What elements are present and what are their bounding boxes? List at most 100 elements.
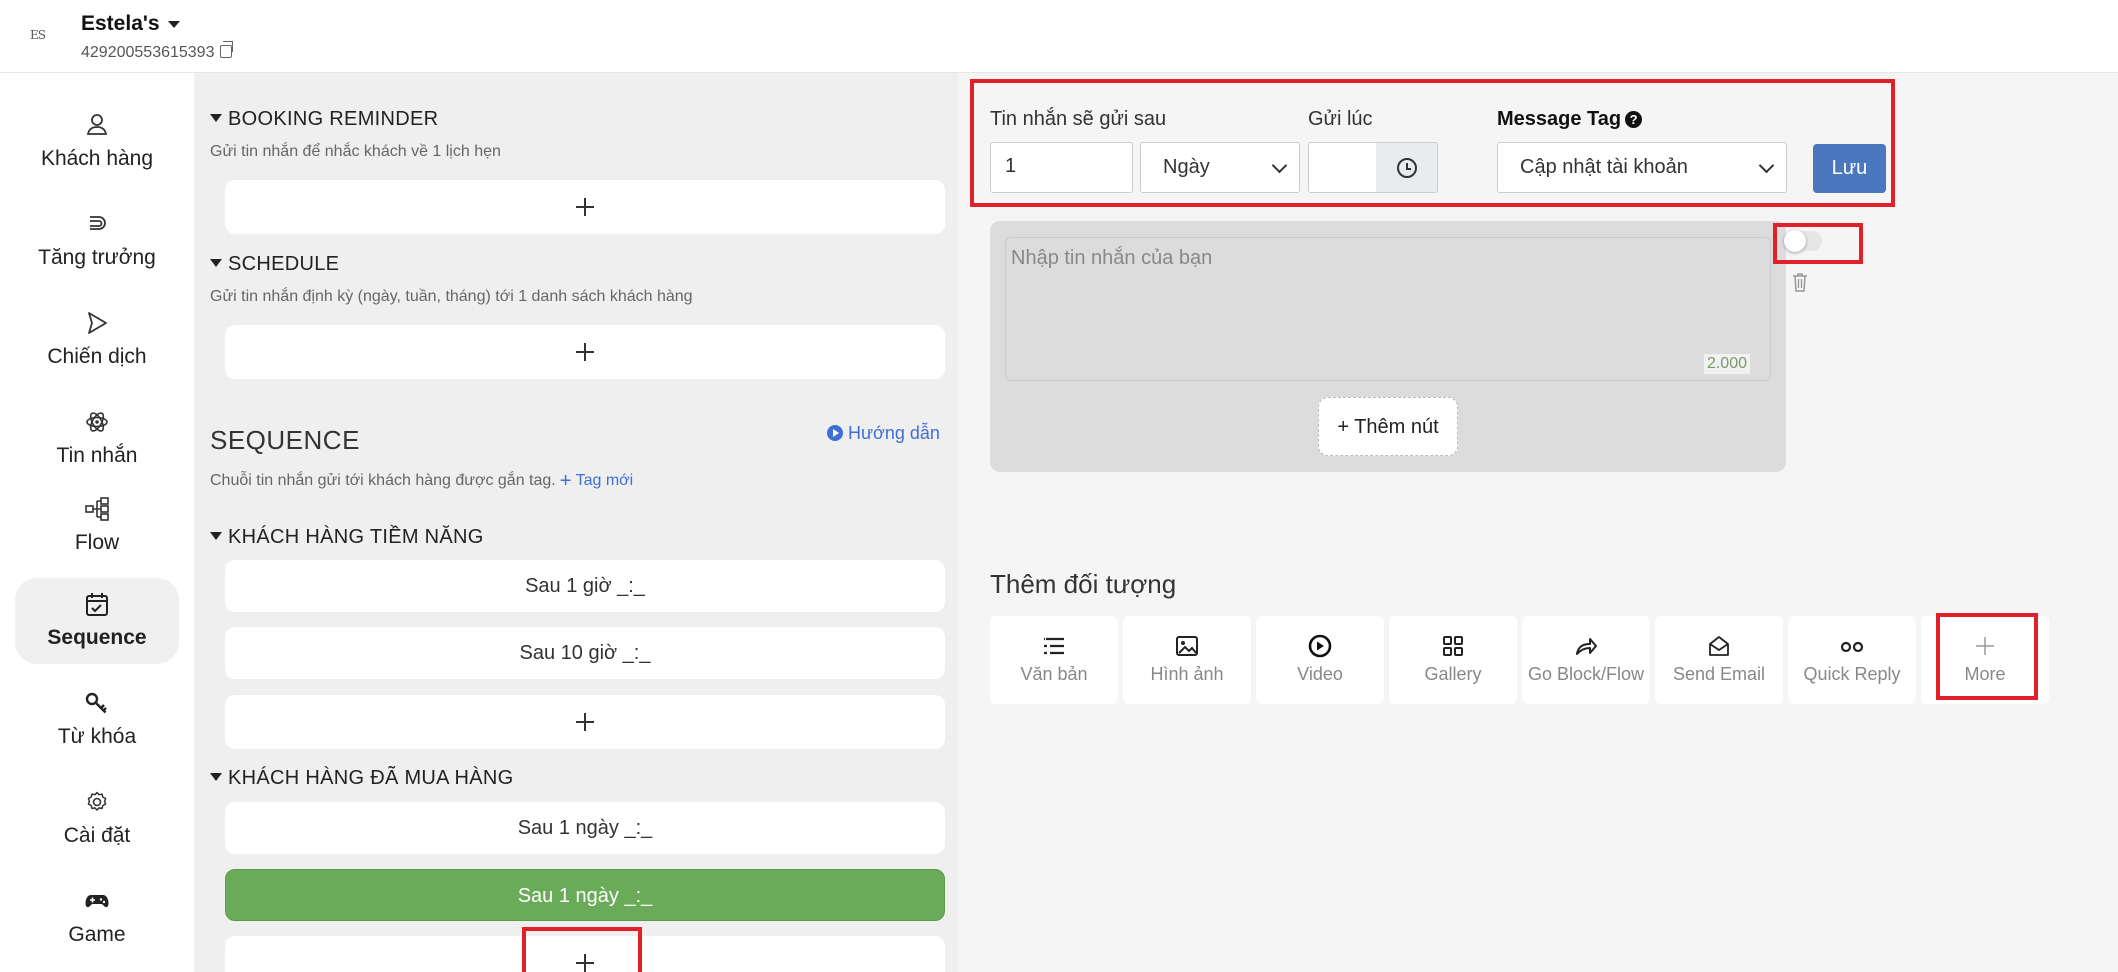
sidebar-item-tin-nhan[interactable]: Tin nhắn: [15, 396, 179, 482]
sidebar-item-sequence[interactable]: Sequence: [15, 578, 179, 664]
message-textarea[interactable]: Nhập tin nhắn của bạn 2.000: [1005, 237, 1771, 381]
sequence-step-row-selected[interactable]: Sau 1 ngày _:_: [225, 869, 945, 921]
object-label: Gallery: [1424, 664, 1482, 684]
highlight-box: [1936, 613, 2038, 700]
group-header-khach-hang-tiem-nang[interactable]: KHÁCH HÀNG TIỀM NĂNG: [210, 526, 484, 549]
play-circle-icon: [1308, 634, 1332, 658]
group-title: KHÁCH HÀNG ĐÃ MUA HÀNG: [228, 767, 514, 789]
plus-icon: [576, 343, 594, 361]
dots-icon: [1840, 641, 1864, 653]
plus-icon: [576, 198, 594, 216]
sidebar-item-label: Cài đặt: [63, 824, 131, 847]
sidebar-item-flow[interactable]: Flow: [15, 483, 179, 569]
sidebar-item-game[interactable]: Game: [15, 875, 179, 961]
grid-icon: [1443, 636, 1463, 656]
object-label: Quick Reply: [1803, 664, 1901, 684]
page-selector[interactable]: Estela's: [81, 12, 180, 36]
object-label: Go Block/Flow: [1527, 664, 1645, 684]
caret-down-icon: [167, 20, 180, 28]
add-schedule-button[interactable]: [225, 325, 945, 379]
sidebar-item-label: Từ khóa: [57, 725, 137, 748]
trash-icon[interactable]: [1792, 272, 1808, 292]
add-booking-reminder-button[interactable]: [225, 180, 945, 234]
group-header-khach-hang-da-mua-hang[interactable]: KHÁCH HÀNG ĐÃ MUA HÀNG: [210, 767, 514, 790]
schedule-desc: Gửi tin nhắn định kỳ (ngày, tuần, tháng)…: [210, 288, 693, 305]
envelope-open-icon: [1709, 636, 1729, 656]
sequence-step-row[interactable]: Sau 10 giờ _:_: [225, 627, 945, 679]
send-icon: [88, 312, 107, 334]
add-quick-reply-button[interactable]: Quick Reply: [1788, 616, 1916, 704]
sequence-list-panel: BOOKING REMINDER Gửi tin nhắn để nhắc kh…: [194, 73, 958, 972]
booking-reminder-desc: Gửi tin nhắn để nhắc khách về 1 lịch hẹn: [210, 143, 501, 160]
sidebar-item-label: Sequence: [47, 626, 147, 649]
sidebar-item-tang-truong[interactable]: Tăng trưởng: [15, 198, 179, 284]
caret-down-icon: [210, 532, 222, 540]
sidebar-item-chien-dich[interactable]: Chiến dịch: [15, 297, 179, 383]
page-logo: ES: [30, 28, 46, 42]
key-icon: [85, 692, 107, 714]
sidebar-item-label: Flow: [74, 531, 120, 554]
object-label: Hình ảnh: [1150, 664, 1224, 684]
object-label: Video: [1297, 664, 1343, 684]
plus-icon: +: [559, 470, 572, 492]
sequence-desc-text: Chuỗi tin nhắn gửi tới khách hàng được g…: [210, 472, 556, 489]
sequence-step-row[interactable]: Sau 1 giờ _:_: [225, 560, 945, 612]
sidebar-item-label: Tăng trưởng: [38, 246, 156, 269]
atom-icon: [86, 412, 108, 432]
add-object-title: Thêm đối tượng: [990, 569, 1177, 599]
add-go-block-flow-button[interactable]: Go Block/Flow: [1522, 616, 1650, 704]
plus-icon: [576, 713, 594, 731]
page-name: Estela's: [81, 12, 160, 35]
new-tag-link[interactable]: + Tag mới: [559, 470, 633, 492]
user-icon: [86, 114, 108, 135]
caret-down-icon: [210, 114, 222, 122]
caret-down-icon: [210, 773, 222, 781]
sequence-desc: Chuỗi tin nhắn gửi tới khách hàng được g…: [210, 470, 633, 493]
add-button-button[interactable]: + Thêm nút: [1318, 397, 1458, 456]
object-label: Send Email: [1672, 664, 1766, 684]
sidebar-item-label: Chiến dịch: [47, 345, 147, 368]
booking-reminder-header[interactable]: BOOKING REMINDER: [210, 108, 438, 131]
flow-icon: [85, 497, 109, 521]
caret-down-icon: [210, 259, 222, 267]
sidebar-item-label: Game: [68, 923, 126, 946]
highlight-box: [1773, 223, 1863, 264]
add-text-button[interactable]: Văn bản: [990, 616, 1118, 704]
highlight-box: [970, 79, 1895, 207]
text-list-icon: [1044, 637, 1064, 655]
add-gallery-button[interactable]: Gallery: [1389, 616, 1517, 704]
sidebar-item-cai-dat[interactable]: Cài đặt: [15, 776, 179, 862]
section-title: SCHEDULE: [228, 253, 340, 275]
add-video-button[interactable]: Video: [1256, 616, 1384, 704]
gear-icon: [87, 791, 107, 811]
guide-label: Hướng dẫn: [848, 423, 940, 443]
message-editor-panel: Tin nhắn sẽ gửi sau 1 Ngày Gửi lúc Messa…: [958, 73, 2118, 972]
schedule-header[interactable]: SCHEDULE: [210, 253, 339, 276]
sidebar-item-label: Khách hàng: [40, 147, 154, 170]
copy-icon[interactable]: [220, 41, 234, 58]
share-arrow-icon: [1576, 638, 1597, 655]
add-step-button[interactable]: [225, 695, 945, 749]
sequence-step-row[interactable]: Sau 1 ngày _:_: [225, 802, 945, 854]
message-card: Nhập tin nhắn của bạn 2.000 + Thêm nút: [990, 221, 1786, 472]
add-send-email-button[interactable]: Send Email: [1655, 616, 1783, 704]
object-label: Văn bản: [1020, 664, 1088, 684]
image-icon: [1176, 636, 1198, 656]
highlight-box: [522, 927, 642, 972]
sidebar: Khách hàng Tăng trưởng Chiến dịch Tin nh…: [0, 73, 194, 972]
play-circle-icon: [827, 425, 843, 441]
group-title: KHÁCH HÀNG TIỀM NĂNG: [228, 526, 484, 548]
sidebar-item-label: Tin nhắn: [56, 444, 138, 467]
guide-link[interactable]: Hướng dẫn: [827, 423, 940, 444]
gamepad-icon: [85, 895, 109, 908]
sidebar-item-tu-khoa[interactable]: Từ khóa: [15, 677, 179, 763]
char-count: 2.000: [1703, 354, 1750, 374]
sidebar-item-khach-hang[interactable]: Khách hàng: [15, 99, 179, 185]
calendar-check-icon: [86, 593, 108, 616]
top-header: ES Estela's 429200553615393: [0, 0, 2118, 73]
add-image-button[interactable]: Hình ảnh: [1123, 616, 1251, 704]
page-id: 429200553615393: [81, 41, 234, 62]
page-id-value: 429200553615393: [81, 44, 215, 61]
magnet-icon: [90, 216, 106, 230]
sequence-title: SEQUENCE: [210, 425, 360, 455]
